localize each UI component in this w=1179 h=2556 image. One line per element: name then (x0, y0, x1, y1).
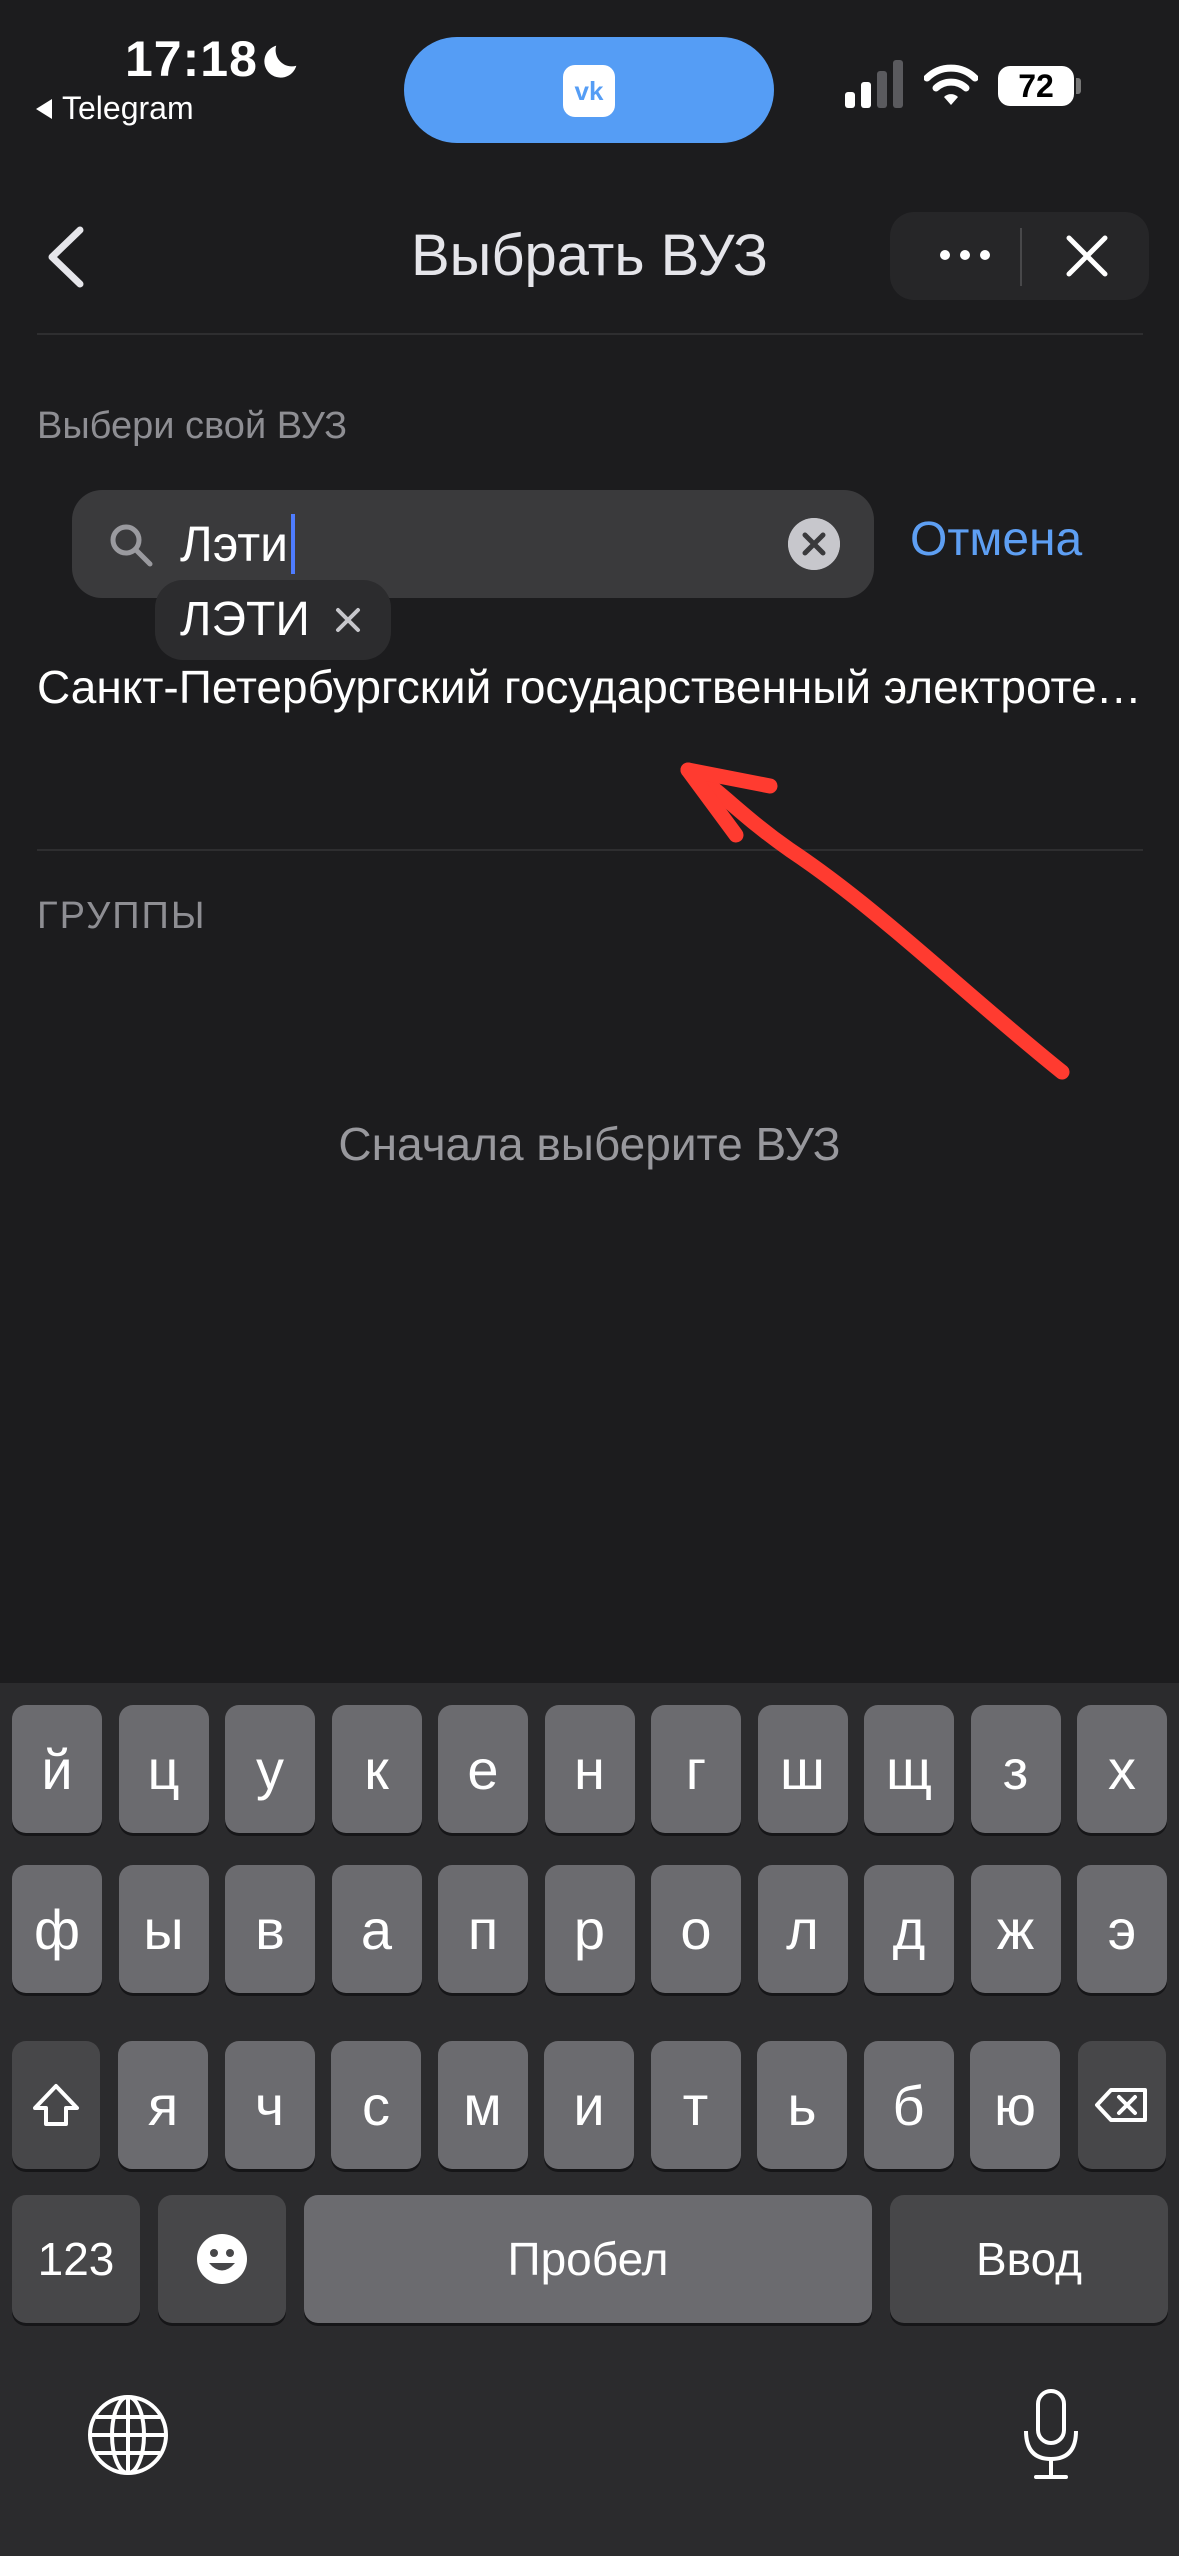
key-г[interactable]: г (651, 1705, 741, 1833)
key-к[interactable]: к (331, 1705, 422, 1833)
section-divider (37, 849, 1143, 851)
key-э[interactable]: э (1077, 1865, 1167, 1993)
key-т[interactable]: т (650, 2041, 741, 2169)
suggestion-chip-label: ЛЭТИ (180, 593, 310, 646)
key-м[interactable]: м (437, 2041, 528, 2169)
key-б[interactable]: б (863, 2041, 954, 2169)
text-cursor (291, 514, 296, 574)
chip-remove-icon[interactable] (330, 602, 366, 638)
vk-icon: vk (563, 65, 615, 117)
numbers-key[interactable]: 123 (12, 2195, 140, 2323)
search-input[interactable]: Лэти (180, 514, 296, 574)
status-bar: 17:18 Telegram vk 72 (0, 0, 1179, 143)
key-и[interactable]: и (544, 2041, 634, 2169)
key-ь[interactable]: ь (757, 2041, 847, 2169)
back-to-app-link[interactable]: Telegram (36, 90, 194, 127)
key-р[interactable]: р (544, 1865, 635, 1993)
emoji-key[interactable] (158, 2195, 286, 2323)
return-key[interactable]: Ввод (890, 2195, 1168, 2323)
battery-tip (1076, 78, 1081, 94)
key-ш[interactable]: ш (757, 1705, 848, 1833)
groups-empty-state: Сначала выберите ВУЗ (338, 1118, 841, 1170)
key-ю[interactable]: ю (970, 2041, 1060, 2169)
key-л[interactable]: л (757, 1865, 848, 1993)
cellular-signal-icon (845, 60, 903, 108)
delete-key[interactable] (1078, 2041, 1166, 2169)
key-ч[interactable]: ч (224, 2041, 315, 2169)
clear-search-icon[interactable] (788, 518, 840, 570)
key-в[interactable]: в (225, 1865, 315, 1993)
cancel-button[interactable]: Отмена (910, 512, 1082, 567)
controls-divider (1020, 228, 1022, 286)
header-divider (37, 333, 1143, 335)
key-й[interactable]: й (12, 1705, 102, 1833)
backspace-icon (1095, 2088, 1147, 2122)
microphone-icon[interactable] (1018, 2387, 1084, 2483)
miniapp-controls (890, 212, 1149, 300)
university-section-label: Выбери свой ВУЗ (37, 405, 348, 447)
groups-section-label: ГРУППЫ (37, 895, 207, 937)
space-key[interactable]: Пробел (304, 2195, 872, 2323)
key-д[interactable]: д (864, 1865, 954, 1993)
close-icon[interactable] (1063, 232, 1111, 280)
shift-icon (33, 2084, 79, 2126)
key-п[interactable]: п (438, 1865, 528, 1993)
moon-icon (264, 45, 297, 78)
key-с[interactable]: с (331, 2041, 421, 2169)
key-н[interactable]: н (544, 1705, 635, 1833)
key-а[interactable]: а (331, 1865, 422, 1993)
key-щ[interactable]: щ (864, 1705, 954, 1833)
screen: 17:18 Telegram vk 72 Выбрать ВУЗ Выбери … (0, 0, 1179, 2556)
more-icon[interactable] (935, 230, 995, 280)
key-е[interactable]: е (438, 1705, 528, 1833)
search-icon (110, 524, 153, 567)
status-time: 17:18 (125, 31, 258, 87)
key-у[interactable]: у (225, 1705, 315, 1833)
globe-icon[interactable] (86, 2393, 170, 2477)
emoji-icon (197, 2234, 247, 2284)
search-input-value: Лэти (180, 516, 289, 572)
battery-indicator: 72 (998, 66, 1074, 106)
keyboard: йцукенгшщзх фывапролджэ ячсмитьбю 123 Пр… (0, 1683, 1179, 2556)
key-ц[interactable]: ц (118, 1705, 209, 1833)
key-ы[interactable]: ы (118, 1865, 209, 1993)
shift-key[interactable] (12, 2041, 100, 2169)
key-ф[interactable]: ф (12, 1865, 102, 1993)
back-app-label: Telegram (62, 90, 194, 126)
key-х[interactable]: х (1077, 1705, 1167, 1833)
back-triangle-icon (36, 98, 52, 119)
key-ж[interactable]: ж (970, 1865, 1061, 1993)
key-о[interactable]: о (651, 1865, 741, 1993)
suggestion-chip[interactable]: ЛЭТИ (155, 580, 391, 660)
key-з[interactable]: з (970, 1705, 1061, 1833)
wifi-icon (924, 64, 978, 105)
university-result-item[interactable]: Санкт-Петербургский государственный элек… (37, 660, 1147, 714)
key-я[interactable]: я (118, 2041, 208, 2169)
